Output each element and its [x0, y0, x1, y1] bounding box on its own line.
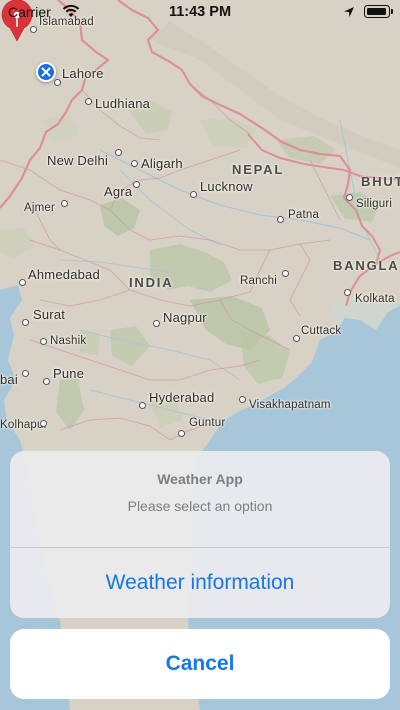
city-dot-guntur: [178, 430, 185, 437]
action-sheet: Weather App Please select an option Weat…: [10, 451, 390, 618]
city-label-siliguri: Siliguri: [356, 198, 393, 210]
city-dot-mumbai: [22, 370, 29, 377]
city-label-cuttack: Cuttack: [301, 325, 342, 337]
city-dot-agra: [133, 181, 140, 188]
city-label-new-delhi: New Delhi: [47, 153, 109, 168]
city-label-nagpur: Nagpur: [163, 310, 207, 325]
weather-information-button[interactable]: Weather information: [10, 548, 390, 618]
city-label-lucknow: Lucknow: [200, 179, 253, 194]
city-label-ajmer: Ajmer: [24, 202, 56, 214]
city-label-guntur: Guntur: [189, 417, 226, 429]
action-sheet-message: Please select an option: [127, 498, 273, 514]
city-label-ahmedabad: Ahmedabad: [28, 267, 100, 282]
city-label-hyderabad: Hyderabad: [149, 390, 215, 405]
cancel-button[interactable]: Cancel: [10, 629, 390, 699]
city-dot-visakhapatnam: [239, 396, 246, 403]
city-dot-kolhapur: [40, 420, 47, 427]
status-time: 11:43 PM: [168, 4, 232, 20]
city-dot-ajmer: [61, 200, 68, 207]
country-label-india: INDIA: [129, 275, 174, 290]
close-x-icon: [41, 67, 51, 77]
city-label-surat: Surat: [33, 307, 66, 322]
city-dot-lahore: [54, 79, 61, 86]
country-label-bhutan: BHUT: [361, 174, 400, 189]
city-label-patna: Patna: [288, 209, 320, 221]
city-dot-cuttack: [293, 335, 300, 342]
city-dot-lucknow: [190, 191, 197, 198]
city-dot-patna: [277, 216, 284, 223]
battery-icon: [364, 5, 390, 18]
city-dot-nashik: [40, 338, 47, 345]
location-arrow-icon: [344, 7, 354, 17]
status-bar: Carrier 11:43 PM: [0, 0, 400, 26]
city-label-ludhiana: Ludhiana: [95, 96, 151, 111]
city-dot-kolkata: [344, 289, 351, 296]
city-dot-pune: [43, 378, 50, 385]
battery-level: [366, 7, 386, 15]
country-label-nepal: NEPAL: [232, 162, 285, 177]
city-label-aligarh: Aligarh: [141, 156, 183, 171]
city-label-kolkata: Kolkata: [355, 293, 395, 305]
action-sheet-title: Weather App: [157, 471, 243, 487]
city-label-pune: Pune: [53, 366, 85, 381]
city-dot-siliguri: [346, 194, 353, 201]
city-label-lahore: Lahore: [62, 66, 104, 81]
city-dot-ahmedabad: [19, 279, 26, 286]
city-dot-ranchi: [282, 270, 289, 277]
city-dot-ludhiana: [85, 98, 92, 105]
city-label-nashik: Nashik: [50, 335, 87, 347]
city-dot-aligarh: [131, 160, 138, 167]
city-dot-new-delhi: [115, 149, 122, 156]
city-label-agra: Agra: [104, 184, 133, 199]
user-location-marker[interactable]: [36, 62, 56, 82]
country-label-bangladesh: BANGLA: [333, 258, 400, 273]
city-label-mumbai: bai: [0, 372, 18, 387]
screen: NEPAL INDIA BHUT BANGLA Islamabad Lahore…: [0, 0, 400, 710]
city-label-visakhapatnam: Visakhapatnam: [249, 399, 331, 411]
city-dot-surat: [22, 319, 29, 326]
battery-tip: [391, 9, 393, 14]
city-dot-nagpur: [153, 320, 160, 327]
city-dot-hyderabad: [139, 402, 146, 409]
city-label-ranchi: Ranchi: [240, 275, 277, 287]
